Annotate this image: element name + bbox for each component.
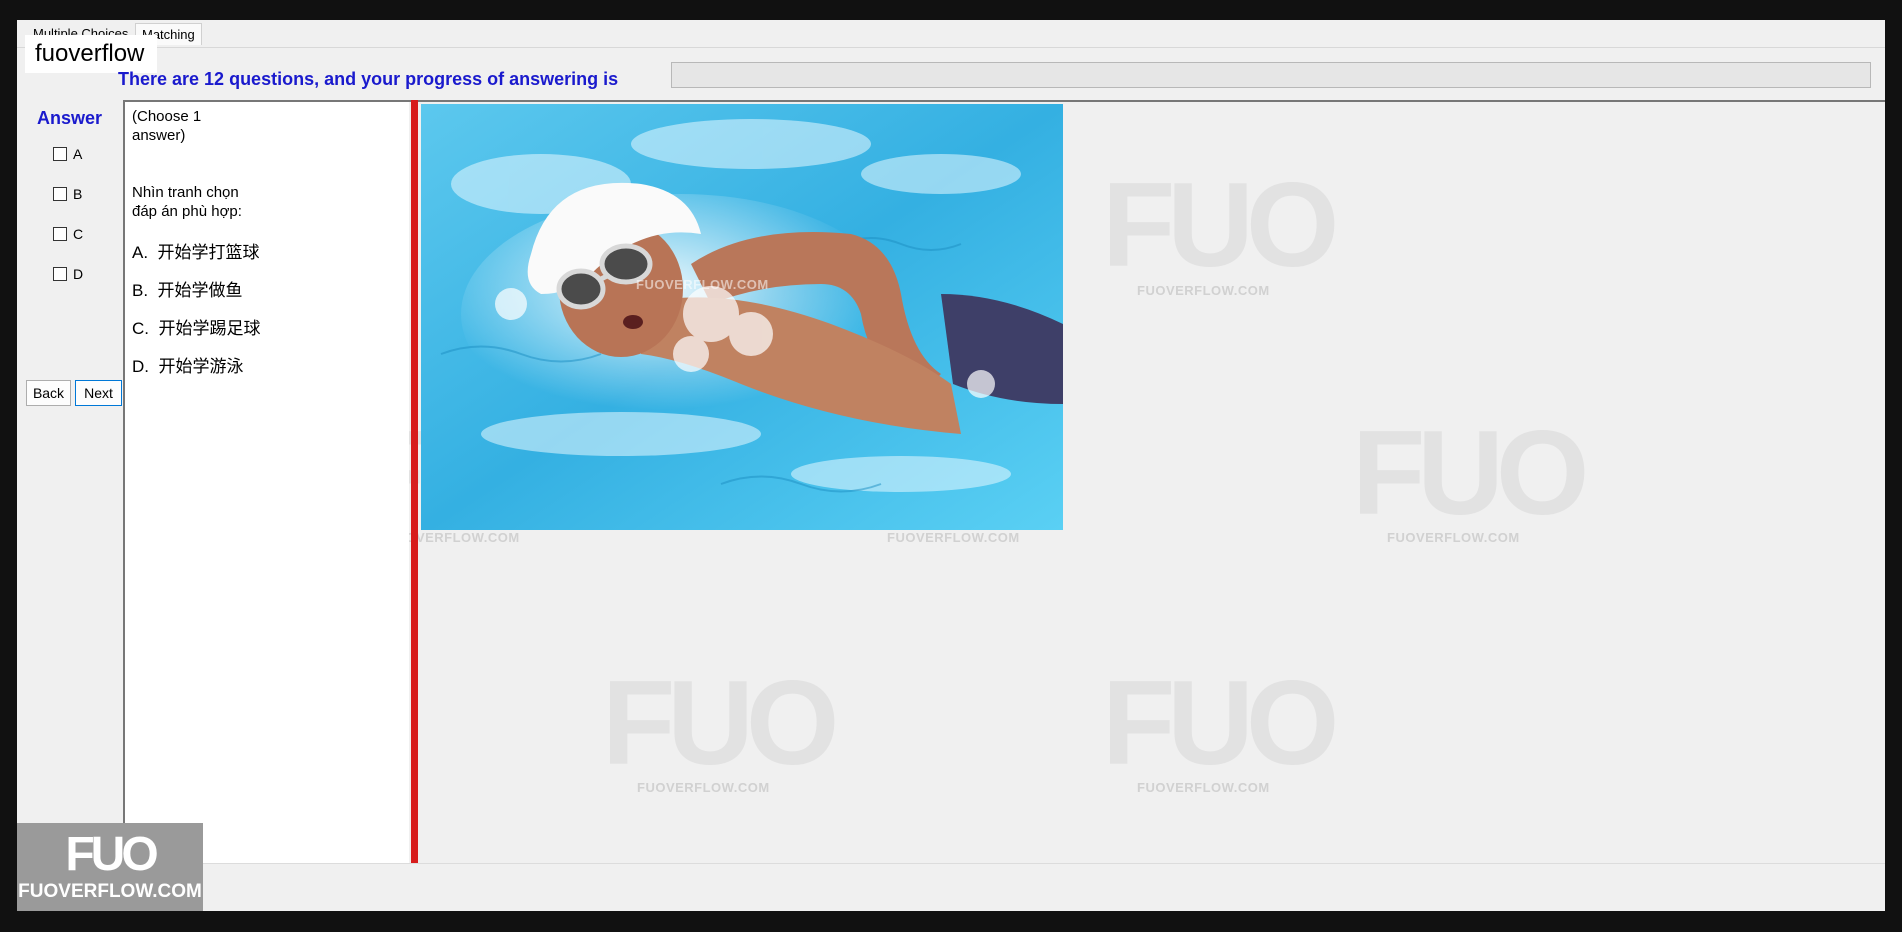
choice-text: 开始学踢足球	[158, 319, 261, 338]
option-label-c: C	[73, 226, 84, 242]
option-label-a: A	[73, 146, 83, 162]
question-prompt: đáp án phù hợp:	[132, 203, 242, 220]
question-instruction: (Choose 1	[132, 108, 202, 125]
checkbox-c[interactable]	[53, 227, 67, 241]
checkbox-a[interactable]	[53, 147, 67, 161]
panel-separator[interactable]	[411, 100, 418, 865]
progress-text: There are 12 questions, and your progres…	[118, 69, 619, 89]
brand-label: fuoverflow	[25, 35, 157, 73]
quiz-window: Multiple Choices Matching fuoverflow The…	[17, 20, 1885, 911]
answer-option-a[interactable]: A	[53, 144, 82, 164]
question-choice-c: C. 开始学踢足球	[132, 314, 260, 339]
choice-letter: A.	[132, 243, 149, 262]
question-choice-a: A. 开始学打篮球	[132, 238, 260, 263]
choice-text: 开始学做鱼	[157, 281, 243, 300]
answer-option-d[interactable]: D	[53, 264, 83, 284]
question-choice-b: B. 开始学做鱼	[132, 276, 243, 301]
fuo-logo-mark: FUO	[65, 828, 158, 881]
option-label-d: D	[73, 266, 84, 282]
photo-watermark: FUOVERFLOW.COM	[636, 277, 769, 292]
question-image-swimmer: FUOVERFLOW.COM	[421, 104, 1063, 530]
choice-letter: B.	[132, 281, 149, 300]
answer-option-c[interactable]: C	[53, 224, 83, 244]
checkbox-d[interactable]	[53, 267, 67, 281]
option-label-b: B	[73, 186, 83, 202]
next-button[interactable]: Next	[75, 380, 122, 406]
choice-text: 开始学打篮球	[157, 243, 260, 262]
choice-letter: D.	[132, 357, 149, 376]
question-panel: (Choose 1 answer) Nhìn tranh chọn đáp án…	[125, 102, 409, 864]
status-bar	[17, 863, 1885, 911]
answer-title: Answer	[37, 108, 103, 128]
fuo-logo-text: FUOVERFLOW.COM	[18, 881, 202, 902]
answer-option-b[interactable]: B	[53, 184, 82, 204]
fuo-corner-logo: FUO FUOVERFLOW.COM	[17, 823, 203, 911]
back-button[interactable]: Back	[26, 380, 71, 406]
progress-bar	[671, 62, 1871, 88]
tab-strip: Multiple Choices Matching	[17, 20, 1885, 48]
checkbox-b[interactable]	[53, 187, 67, 201]
question-prompt: Nhìn tranh chọn	[132, 184, 239, 201]
choice-text: 开始学游泳	[158, 357, 244, 376]
question-choice-d: D. 开始学游泳	[132, 352, 243, 377]
question-instruction: answer)	[132, 127, 186, 144]
choice-letter: C.	[132, 319, 149, 338]
